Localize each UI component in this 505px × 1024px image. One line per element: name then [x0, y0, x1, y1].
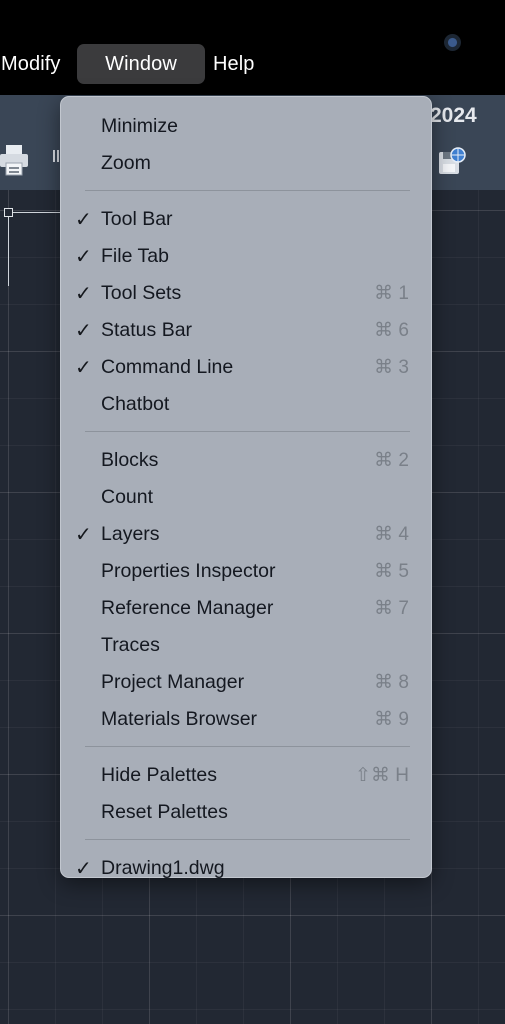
- menu-help[interactable]: Help: [213, 44, 255, 84]
- menu-item-shortcut: ⇧⌘ H: [355, 765, 409, 786]
- menu-window[interactable]: Window: [77, 44, 205, 84]
- save-icon[interactable]: [437, 146, 467, 176]
- menu-item-minimize[interactable]: Minimize: [61, 108, 431, 143]
- menu-item-label: Command Line: [101, 356, 234, 378]
- menu-separator: [85, 746, 410, 747]
- menu-item-label: Properties Inspector: [101, 560, 276, 582]
- menu-item-label: Reference Manager: [101, 597, 274, 619]
- menu-item-label: Zoom: [101, 152, 151, 174]
- menu-item-properties-inspector[interactable]: Properties Inspector ⌘ 5: [61, 553, 431, 588]
- checkmark-icon: ✓: [75, 357, 92, 379]
- menu-item-blocks[interactable]: Blocks ⌘ 2: [61, 442, 431, 477]
- menu-separator: [85, 190, 410, 191]
- menu-item-zoom[interactable]: Zoom: [61, 145, 431, 180]
- menu-item-shortcut: ⌘ 9: [374, 709, 409, 730]
- menu-item-project-manager[interactable]: Project Manager ⌘ 8: [61, 664, 431, 699]
- menu-item-layers[interactable]: ✓ Layers ⌘ 4: [61, 516, 431, 551]
- menu-item-label: Hide Palettes: [101, 764, 217, 786]
- menu-bar: Modify Window Help: [0, 0, 505, 95]
- menu-item-shortcut: ⌘ 7: [374, 598, 409, 619]
- printer-icon[interactable]: [0, 143, 28, 177]
- menu-item-shortcut: ⌘ 3: [374, 357, 409, 378]
- menu-item-hide-palettes[interactable]: Hide Palettes ⇧⌘ H: [61, 757, 431, 792]
- menu-item-label: Drawing1.dwg: [101, 857, 225, 879]
- menu-item-label: Tool Bar: [101, 208, 173, 230]
- menu-item-label: Chatbot: [101, 393, 170, 415]
- menu-item-tool-bar[interactable]: ✓ Tool Bar: [61, 201, 431, 236]
- menu-item-tool-sets[interactable]: ✓ Tool Sets ⌘ 1: [61, 275, 431, 310]
- window-menu-dropdown: Minimize Zoom ✓ Tool Bar ✓ File Tab ✓ Tool Sets…: [60, 96, 432, 880]
- menu-item-status-bar[interactable]: ✓ Status Bar ⌘ 6: [61, 312, 431, 347]
- menu-item-shortcut: ⌘ 8: [374, 672, 409, 693]
- menu-separator: [85, 839, 410, 840]
- checkmark-icon: ✓: [75, 858, 92, 880]
- menu-item-materials-browser[interactable]: Materials Browser ⌘ 9: [61, 701, 431, 736]
- status-indicator-icon[interactable]: [444, 34, 461, 51]
- menu-item-shortcut: ⌘ 2: [374, 450, 409, 471]
- menu-item-drawing1-dwg[interactable]: ✓ Drawing1.dwg: [61, 850, 431, 885]
- app-version-year: 2024: [430, 104, 477, 127]
- menu-item-label: Status Bar: [101, 319, 193, 341]
- menu-item-file-tab[interactable]: ✓ File Tab: [61, 238, 431, 273]
- menu-item-label: Minimize: [101, 115, 178, 137]
- menu-modify[interactable]: Modify: [1, 44, 61, 84]
- checkmark-icon: ✓: [75, 246, 92, 268]
- menu-item-chatbot[interactable]: Chatbot: [61, 386, 431, 421]
- ucs-origin-marker: [4, 208, 13, 217]
- menu-item-shortcut: ⌘ 5: [374, 561, 409, 582]
- ucs-axis-x: [8, 212, 64, 213]
- checkmark-icon: ✓: [75, 320, 92, 342]
- menu-item-label: Project Manager: [101, 671, 245, 693]
- menu-item-label: Traces: [101, 634, 160, 656]
- menu-item-label: Blocks: [101, 449, 159, 471]
- menu-item-command-line[interactable]: ✓ Command Line ⌘ 3: [61, 349, 431, 384]
- menu-item-label: File Tab: [101, 245, 169, 267]
- menu-item-reset-palettes[interactable]: Reset Palettes: [61, 794, 431, 829]
- menu-item-label: Count: [101, 486, 154, 508]
- toolbar-partial-icon[interactable]: [53, 150, 59, 162]
- menu-item-label: Tool Sets: [101, 282, 182, 304]
- ucs-axis-y: [8, 210, 9, 286]
- menu-item-shortcut: ⌘ 1: [374, 283, 409, 304]
- menu-item-shortcut: ⌘ 4: [374, 524, 409, 545]
- menu-separator: [85, 431, 410, 432]
- menu-item-shortcut: ⌘ 6: [374, 320, 409, 341]
- menu-item-traces[interactable]: Traces: [61, 627, 431, 662]
- menu-item-label: Reset Palettes: [101, 801, 228, 823]
- checkmark-icon: ✓: [75, 524, 92, 546]
- menu-item-label: Materials Browser: [101, 708, 258, 730]
- menu-item-label: Layers: [101, 523, 160, 545]
- checkmark-icon: ✓: [75, 283, 92, 305]
- checkmark-icon: ✓: [75, 209, 92, 231]
- menu-item-reference-manager[interactable]: Reference Manager ⌘ 7: [61, 590, 431, 625]
- menu-item-count[interactable]: Count: [61, 479, 431, 514]
